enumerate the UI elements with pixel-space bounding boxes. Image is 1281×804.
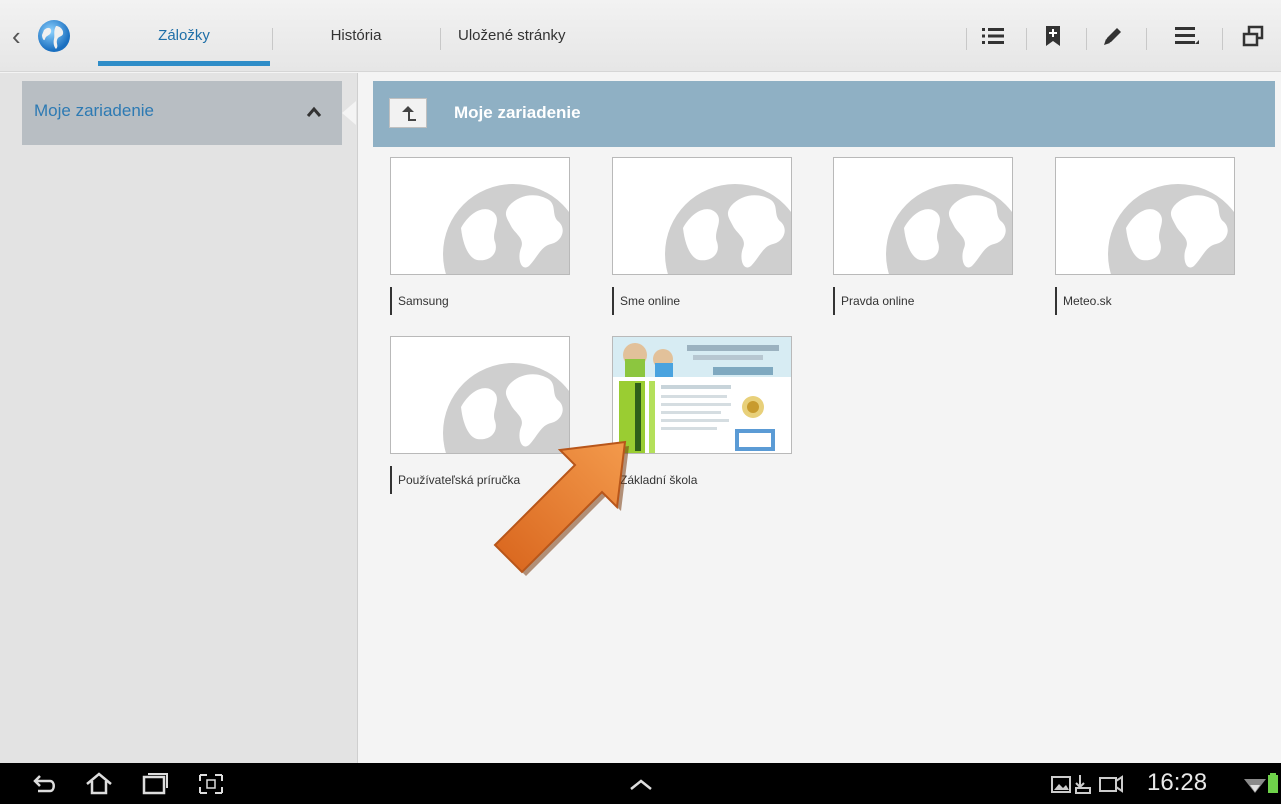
- system-navigation-bar: 16:28: [0, 763, 1281, 804]
- tab-divider: [272, 28, 273, 50]
- orange-arrow-annotation: [493, 440, 629, 576]
- globe-placeholder-icon: [443, 184, 569, 274]
- tab-divider: [440, 28, 441, 50]
- tab-history-label: História: [330, 27, 382, 44]
- folder-up-icon: [402, 106, 416, 121]
- window-icon[interactable]: [1236, 20, 1270, 52]
- menu-icon[interactable]: [1170, 20, 1204, 52]
- tab-history[interactable]: História: [296, 0, 416, 72]
- folder-header: Moje zariadenie: [373, 81, 1275, 147]
- tab-saved-pages[interactable]: Uložené stránky: [448, 0, 618, 72]
- chevron-up-icon[interactable]: [626, 771, 656, 797]
- bookmark-label: Pravda online: [833, 287, 914, 315]
- folder-title: Moje zariadenie: [454, 103, 581, 122]
- screenshot-icon[interactable]: [196, 771, 226, 797]
- screen-mirror-icon: [1099, 775, 1123, 793]
- edit-icon[interactable]: [1096, 20, 1130, 52]
- list-view-icon[interactable]: [976, 20, 1010, 52]
- browser-globe-icon[interactable]: [36, 18, 72, 54]
- sidebar-item-my-device[interactable]: Moje zariadenie: [22, 81, 342, 145]
- top-action-bar: ‹ Záložky História Uložené stránky: [0, 0, 1281, 72]
- globe-placeholder-icon: [886, 184, 1012, 274]
- bookmark-label: Samsung: [390, 287, 449, 315]
- tab-saved-pages-label: Uložené stránky: [458, 27, 566, 44]
- tab-active-indicator: [98, 61, 270, 66]
- chevron-up-icon[interactable]: [306, 105, 322, 119]
- bookmark-label: Meteo.sk: [1055, 287, 1112, 315]
- browser-window: ‹ Záložky História Uložené stránky Moje …: [0, 0, 1281, 804]
- toolbar-divider: [1146, 28, 1147, 50]
- bookmark-thumbnail[interactable]: [390, 157, 570, 275]
- bookmark-label: Sme online: [612, 287, 680, 315]
- tab-bookmarks[interactable]: Záložky: [96, 0, 272, 72]
- globe-placeholder-icon: [1108, 184, 1234, 274]
- bookmarks-panel: Moje zariadenie Samsung Sme online Pravda …: [359, 73, 1281, 763]
- toolbar-divider: [1222, 28, 1223, 50]
- recent-apps-icon[interactable]: [140, 771, 170, 797]
- toolbar-divider: [966, 28, 967, 50]
- back-nav-icon[interactable]: [30, 771, 60, 797]
- globe-placeholder-icon: [665, 184, 791, 274]
- folder-sidebar: Moje zariadenie: [0, 73, 358, 763]
- bookmark-thumbnail[interactable]: [612, 157, 792, 275]
- add-bookmark-icon[interactable]: [1036, 20, 1070, 52]
- tab-bookmarks-label: Záložky: [158, 27, 210, 44]
- clock: 16:28: [1147, 769, 1208, 796]
- bookmark-thumbnail[interactable]: [1055, 157, 1235, 275]
- bookmark-thumbnail[interactable]: [833, 157, 1013, 275]
- sidebar-item-label: Moje zariadenie: [34, 101, 155, 120]
- home-nav-icon[interactable]: [84, 771, 114, 797]
- battery-icon: [1268, 773, 1278, 793]
- back-icon[interactable]: ‹: [12, 22, 32, 50]
- toolbar-divider: [1086, 28, 1087, 50]
- selection-pointer: [342, 101, 356, 125]
- folder-up-button[interactable]: [389, 98, 427, 128]
- toolbar-divider: [1026, 28, 1027, 50]
